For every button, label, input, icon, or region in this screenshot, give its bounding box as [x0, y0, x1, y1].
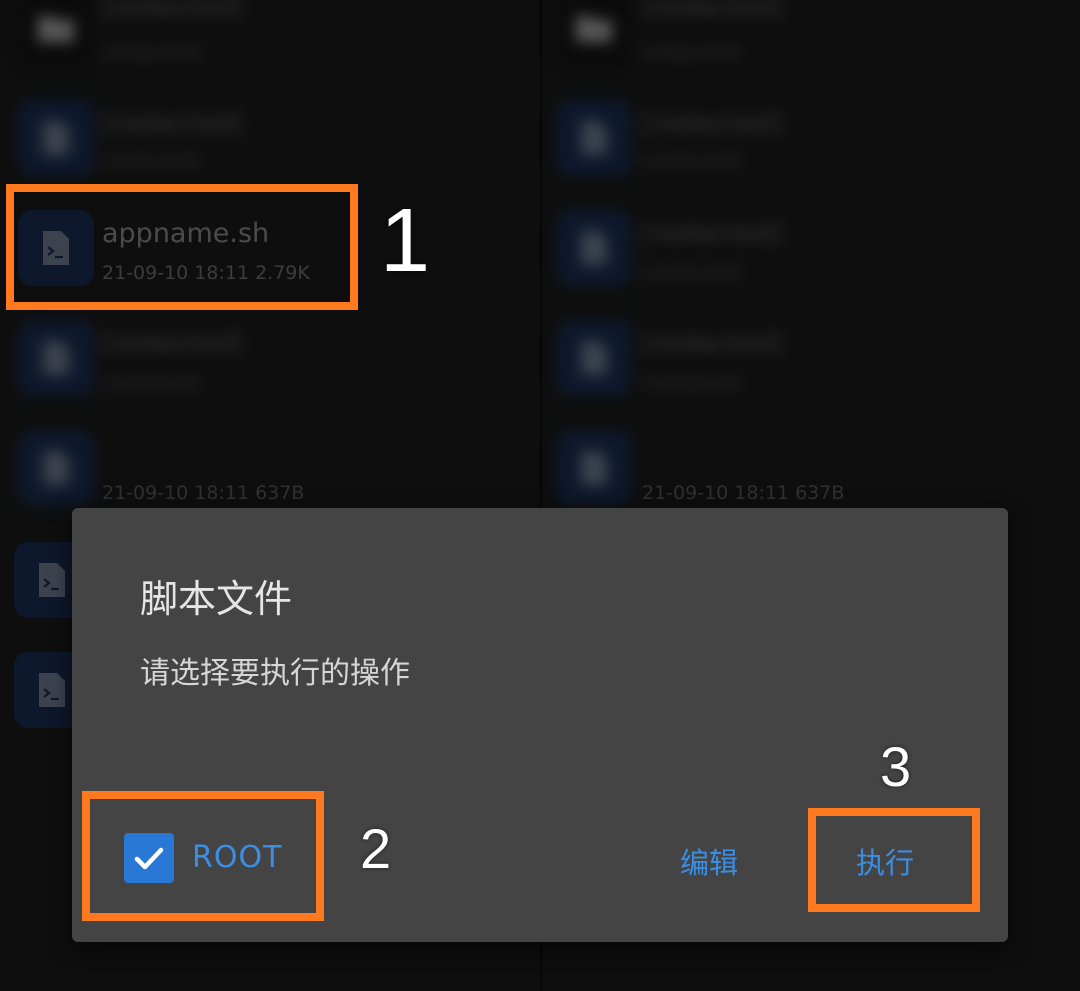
- highlight-box-3: [808, 808, 980, 912]
- callout-number-2: 2: [360, 817, 392, 880]
- callout-number-3: 3: [880, 735, 912, 798]
- callout-number-1: 1: [380, 191, 431, 291]
- dialog-message: 请选择要执行的操作: [140, 656, 410, 691]
- highlight-box-2: [82, 791, 324, 921]
- highlight-box-1: [6, 184, 358, 310]
- edit-button[interactable]: 编辑: [680, 840, 738, 882]
- dialog-title: 脚本文件: [140, 577, 293, 621]
